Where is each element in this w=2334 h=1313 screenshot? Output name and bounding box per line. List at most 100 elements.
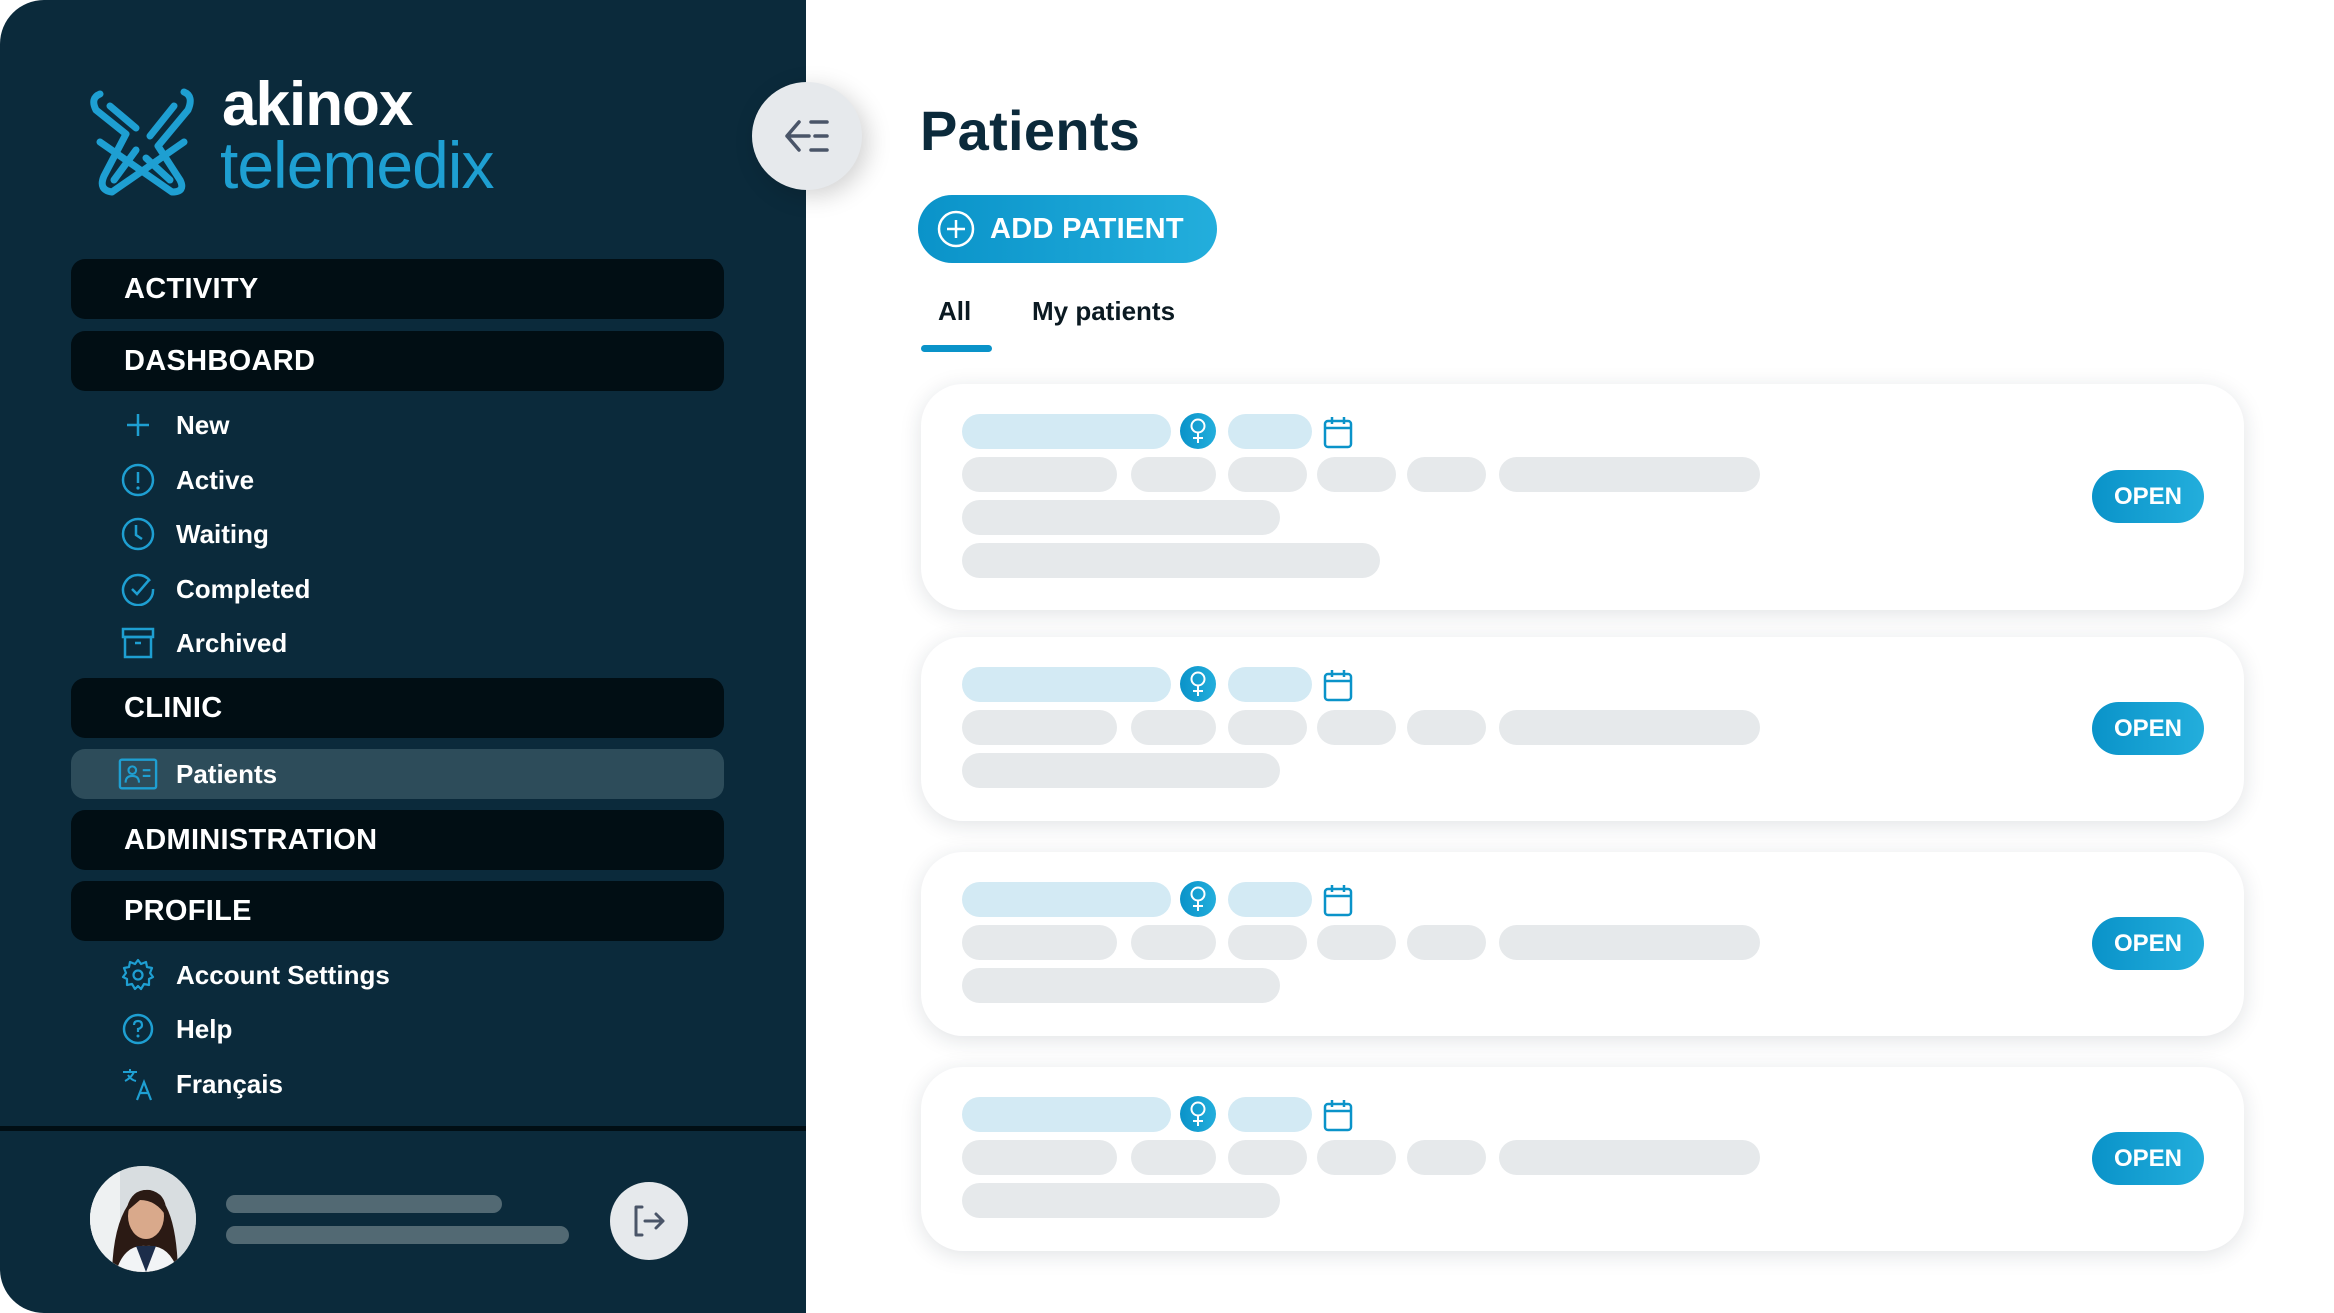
- female-icon: [1190, 418, 1206, 443]
- section-administration[interactable]: ADMINISTRATION: [71, 810, 724, 870]
- patient-name-placeholder: [962, 414, 1171, 449]
- collapse-menu-icon: [785, 120, 829, 152]
- section-activity[interactable]: ACTIVITY: [71, 259, 724, 319]
- patient-name-placeholder: [962, 1097, 1171, 1132]
- info-placeholder: [1407, 457, 1486, 492]
- info-placeholder: [1499, 1140, 1760, 1175]
- section-clinic[interactable]: CLINIC: [71, 678, 724, 738]
- sidebar-item-new[interactable]: New: [118, 405, 229, 445]
- sidebar-divider: [0, 1126, 806, 1131]
- check-circle-icon: [118, 569, 158, 609]
- sidebar-item-completed[interactable]: Completed: [118, 569, 310, 609]
- akinox-telemedix-logo: akinox telemedix: [86, 74, 546, 202]
- info-placeholder: [1228, 457, 1307, 492]
- detail-line-placeholder: [962, 500, 1280, 535]
- info-placeholder: [962, 925, 1117, 960]
- patient-name-placeholder: [962, 882, 1171, 917]
- patient-card[interactable]: OPEN: [921, 384, 2244, 610]
- calendar-icon: [1323, 1100, 1353, 1132]
- add-patient-button[interactable]: ADD PATIENT: [918, 195, 1217, 263]
- info-placeholder: [962, 1140, 1117, 1175]
- sidebar-item-language[interactable]: Français: [118, 1064, 283, 1104]
- info-placeholder: [1228, 925, 1307, 960]
- open-patient-button[interactable]: OPEN: [2092, 1132, 2204, 1185]
- sidebar-item-label: Account Settings: [176, 959, 390, 990]
- calendar-icon: [1323, 670, 1353, 702]
- sidebar-item-archived[interactable]: Archived: [118, 623, 287, 663]
- sidebar-item-account-settings[interactable]: Account Settings: [118, 955, 390, 995]
- info-placeholder: [1407, 710, 1486, 745]
- open-patient-button[interactable]: OPEN: [2092, 917, 2204, 970]
- info-placeholder: [1407, 1140, 1486, 1175]
- patient-card[interactable]: OPEN: [921, 1067, 2244, 1251]
- sidebar-item-label: Help: [176, 1013, 233, 1044]
- logo-x-mark-icon: [90, 88, 194, 196]
- brand-name-telemedix: telemedix: [220, 128, 494, 202]
- calendar-icon: [1323, 417, 1353, 449]
- gender-badge: [1180, 1096, 1216, 1132]
- section-dashboard[interactable]: DASHBOARD: [71, 331, 724, 391]
- info-placeholder: [1131, 925, 1216, 960]
- info-placeholder: [1499, 925, 1760, 960]
- tab-all[interactable]: All: [938, 296, 971, 327]
- sidebar-item-label: New: [176, 409, 230, 440]
- patient-age-placeholder: [1228, 414, 1312, 449]
- female-icon: [1190, 1101, 1206, 1126]
- info-placeholder: [1228, 1140, 1307, 1175]
- alert-circle-icon: [118, 460, 158, 500]
- calendar-icon: [1323, 885, 1353, 917]
- info-placeholder: [1131, 710, 1216, 745]
- info-placeholder: [1499, 457, 1760, 492]
- collapse-sidebar-button[interactable]: [752, 82, 862, 190]
- sidebar-item-waiting[interactable]: Waiting: [118, 514, 269, 554]
- logout-icon: [634, 1205, 665, 1237]
- info-placeholder: [962, 457, 1117, 492]
- patient-card-icon: [118, 754, 158, 794]
- sidebar-item-patients[interactable]: Patients: [71, 749, 724, 799]
- sidebar-item-label: Archived: [176, 627, 288, 658]
- sidebar-item-label: Completed: [176, 573, 311, 604]
- female-icon: [1190, 886, 1206, 911]
- gender-badge: [1180, 666, 1216, 702]
- info-placeholder: [1317, 710, 1396, 745]
- info-placeholder: [1407, 925, 1486, 960]
- info-placeholder: [1317, 1140, 1396, 1175]
- info-placeholder: [1228, 710, 1307, 745]
- brand-name-akinox: akinox: [222, 70, 413, 139]
- logout-button[interactable]: [610, 1182, 688, 1260]
- female-icon: [1190, 671, 1206, 696]
- info-placeholder: [962, 710, 1117, 745]
- gender-badge: [1180, 881, 1216, 917]
- open-patient-button[interactable]: OPEN: [2092, 470, 2204, 523]
- patient-age-placeholder: [1228, 667, 1312, 702]
- sidebar-item-help[interactable]: Help: [118, 1009, 232, 1049]
- detail-line-placeholder: [962, 543, 1380, 578]
- patient-age-placeholder: [1228, 1097, 1312, 1132]
- archive-box-icon: [118, 623, 158, 663]
- translate-icon: [118, 1064, 158, 1104]
- patient-name-placeholder: [962, 667, 1171, 702]
- sidebar-item-label: Waiting: [176, 518, 269, 549]
- patient-card[interactable]: OPEN: [921, 637, 2244, 821]
- user-name-placeholder: [226, 1195, 502, 1213]
- detail-line-placeholder: [962, 968, 1280, 1003]
- patient-card[interactable]: OPEN: [921, 852, 2244, 1036]
- gear-icon: [118, 955, 158, 995]
- section-profile[interactable]: PROFILE: [71, 881, 724, 941]
- sidebar-item-label: Active: [176, 464, 255, 495]
- tab-my-patients[interactable]: My patients: [1032, 296, 1175, 327]
- add-patient-label: ADD PATIENT: [990, 212, 1184, 245]
- sidebar: akinox telemedix ACTIVITY DASHBOARD New …: [0, 0, 806, 1313]
- active-tab-indicator: [921, 345, 992, 352]
- help-circle-icon: [118, 1009, 158, 1049]
- detail-line-placeholder: [962, 753, 1280, 788]
- info-placeholder: [1317, 925, 1396, 960]
- open-patient-button[interactable]: OPEN: [2092, 702, 2204, 755]
- sidebar-item-active[interactable]: Active: [118, 460, 254, 500]
- info-placeholder: [1131, 1140, 1216, 1175]
- info-placeholder: [1499, 710, 1760, 745]
- avatar-photo: [90, 1166, 196, 1272]
- plus-circle-icon: [937, 210, 975, 248]
- detail-line-placeholder: [962, 1183, 1280, 1218]
- user-avatar[interactable]: [90, 1166, 196, 1272]
